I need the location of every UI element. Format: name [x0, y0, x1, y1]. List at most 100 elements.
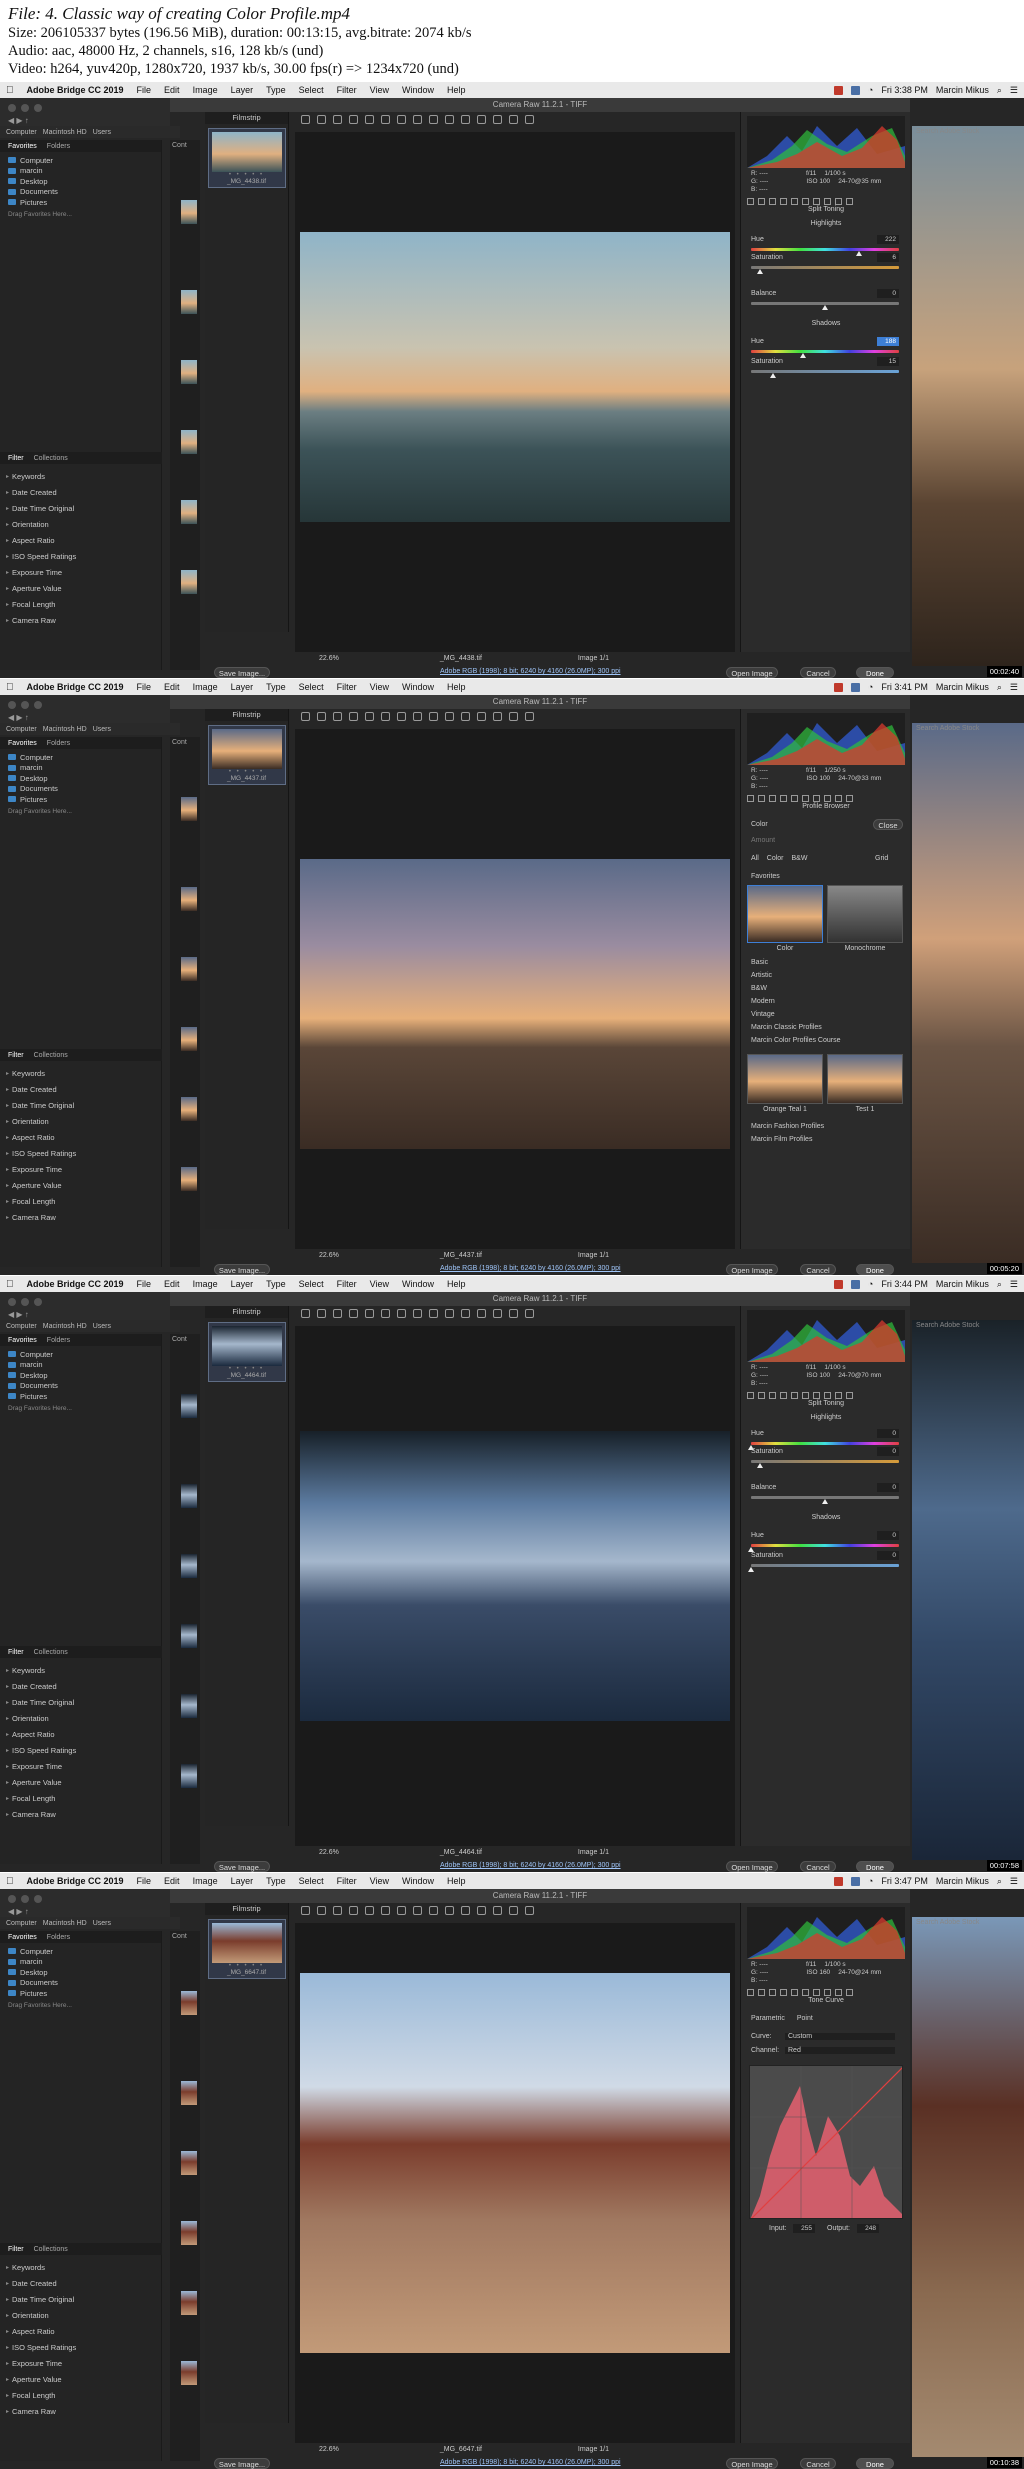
- rotate-left-tool-icon[interactable]: [509, 1305, 518, 1323]
- menu-item[interactable]: Type: [266, 682, 286, 692]
- hl-hue-slider[interactable]: [751, 248, 899, 251]
- filter-item[interactable]: ▸ Focal Length: [6, 1790, 156, 1806]
- zoom-level[interactable]: 22.6%: [319, 1252, 339, 1259]
- disclosure-icon[interactable]: ▸: [6, 2296, 9, 2303]
- content-thumbnail[interactable]: [181, 200, 197, 224]
- rotate-right-tool-icon[interactable]: [525, 1305, 534, 1323]
- menu-item[interactable]: Edit: [164, 682, 180, 692]
- calibration-tab-icon[interactable]: [824, 192, 831, 205]
- crop-tool-icon[interactable]: [381, 1305, 390, 1323]
- filter-item[interactable]: ▸ Date Time Original: [6, 500, 156, 516]
- filter-item[interactable]: ▸ Date Created: [6, 484, 156, 500]
- filter-item[interactable]: ▸ Aperture Value: [6, 1774, 156, 1790]
- search-icon[interactable]: ⌕: [997, 1876, 1002, 1887]
- user-name[interactable]: Marcin Mikus: [936, 1279, 989, 1289]
- profile-group[interactable]: Marcin Classic Profiles: [751, 1024, 822, 1031]
- cancel-button[interactable]: Cancel: [800, 667, 836, 678]
- effects-tab-icon[interactable]: [813, 1983, 820, 1996]
- profile-group[interactable]: Marcin Fashion Profiles: [751, 1123, 824, 1130]
- content-thumbnail[interactable]: [181, 2081, 197, 2105]
- profile-group[interactable]: Modern: [751, 998, 775, 1005]
- disclosure-icon[interactable]: ▸: [6, 1150, 9, 1157]
- favorite-item[interactable]: Pictures: [8, 794, 153, 805]
- cancel-button[interactable]: Cancel: [800, 1861, 836, 1872]
- apple-icon[interactable]: : [6, 682, 14, 693]
- sh-hue-slider[interactable]: [751, 350, 899, 353]
- workflow-options-link[interactable]: Adobe RGB (1998); 8 bit; 6240 by 4160 (2…: [440, 1862, 621, 1869]
- menu-item[interactable]: File: [137, 85, 152, 95]
- hand-tool-icon[interactable]: [317, 1902, 326, 1920]
- basic-tab-icon[interactable]: [747, 1386, 754, 1399]
- hl-saturation-value[interactable]: 6: [877, 253, 899, 262]
- menu-item[interactable]: Type: [266, 1279, 286, 1289]
- nav-arrows-icon[interactable]: ◀ ▶ ↑: [8, 1310, 29, 1319]
- menu-item[interactable]: Help: [447, 1279, 466, 1289]
- color-sampler-tool-icon[interactable]: [349, 1305, 358, 1323]
- close-dot-icon[interactable]: [8, 701, 16, 709]
- menu-item[interactable]: View: [370, 1279, 389, 1289]
- content-thumbnail[interactable]: [181, 2291, 197, 2315]
- filter-item[interactable]: ▸ Camera Raw: [6, 1209, 156, 1225]
- filter-item[interactable]: ▸ Date Time Original: [6, 2291, 156, 2307]
- hand-tool-icon[interactable]: [317, 1305, 326, 1323]
- profile-group[interactable]: Artistic: [751, 972, 772, 979]
- hl-saturation-slider[interactable]: [751, 1460, 899, 1463]
- preferences-tool-icon[interactable]: [493, 1305, 502, 1323]
- breadcrumb-item[interactable]: Computer: [6, 1323, 37, 1330]
- done-button[interactable]: Done: [856, 667, 894, 678]
- menu-list-icon[interactable]: ☰: [1010, 85, 1018, 96]
- sh-saturation-slider[interactable]: [751, 1564, 899, 1567]
- filter-item[interactable]: ▸ Camera Raw: [6, 2403, 156, 2419]
- menu-item[interactable]: File: [137, 1279, 152, 1289]
- disclosure-icon[interactable]: ▸: [6, 1118, 9, 1125]
- menu-item[interactable]: Filter: [337, 1279, 357, 1289]
- profile-group[interactable]: Marcin Color Profiles Course: [751, 1037, 840, 1044]
- disclosure-icon[interactable]: ▸: [6, 1747, 9, 1754]
- menu-item[interactable]: Select: [299, 1876, 324, 1886]
- color-sampler-tool-icon[interactable]: [349, 111, 358, 129]
- tone-curve-graph[interactable]: [749, 2065, 903, 2219]
- favorite-item[interactable]: Computer: [8, 1349, 153, 1360]
- filter-option-radio[interactable]: All: [751, 855, 759, 862]
- tab-collections[interactable]: Collections: [34, 1649, 68, 1656]
- brush-tool-icon[interactable]: [445, 1305, 454, 1323]
- filter-item[interactable]: ▸ ISO Speed Ratings: [6, 1145, 156, 1161]
- menu-item[interactable]: View: [370, 85, 389, 95]
- menu-item[interactable]: Help: [447, 85, 466, 95]
- sh-saturation-slider-handle[interactable]: [770, 373, 777, 378]
- snapshots-tab-icon[interactable]: [846, 789, 853, 802]
- sh-saturation-value[interactable]: 0: [877, 1551, 899, 1560]
- filmstrip-thumbnail[interactable]: • • • • • _MG_4464.tif: [207, 1322, 286, 1382]
- favorite-item[interactable]: Computer: [8, 752, 153, 763]
- profile-card[interactable]: [827, 1054, 903, 1104]
- favorite-item[interactable]: Computer: [8, 1946, 153, 1957]
- menu-item[interactable]: Select: [299, 682, 324, 692]
- spot-removal-tool-icon[interactable]: [413, 1902, 422, 1920]
- target-tool-icon[interactable]: [365, 111, 374, 129]
- white-balance-tool-icon[interactable]: [333, 708, 342, 726]
- content-thumbnail[interactable]: [181, 290, 197, 314]
- breadcrumb-item[interactable]: Computer: [6, 1920, 37, 1927]
- split-toning-tab-icon[interactable]: [791, 1983, 798, 1996]
- crop-tool-icon[interactable]: [381, 111, 390, 129]
- menu-item[interactable]: File: [137, 1876, 152, 1886]
- spot-removal-tool-icon[interactable]: [413, 111, 422, 129]
- done-button[interactable]: Done: [856, 2458, 894, 2469]
- hl-saturation-value[interactable]: 0: [877, 1447, 899, 1456]
- menu-item[interactable]: Window: [402, 85, 434, 95]
- favorite-item[interactable]: marcin: [8, 166, 153, 177]
- spot-removal-tool-icon[interactable]: [413, 1305, 422, 1323]
- hand-tool-icon[interactable]: [317, 111, 326, 129]
- disclosure-icon[interactable]: ▸: [6, 2312, 9, 2319]
- lens-tab-icon[interactable]: [802, 1983, 809, 1996]
- tab-favorites[interactable]: Favorites: [8, 143, 37, 150]
- disclosure-icon[interactable]: ▸: [6, 1779, 9, 1786]
- disclosure-icon[interactable]: ▸: [6, 2280, 9, 2287]
- content-thumbnail[interactable]: [181, 2221, 197, 2245]
- app-name[interactable]: Adobe Bridge CC 2019: [27, 1279, 124, 1289]
- tab-folders[interactable]: Folders: [47, 1934, 70, 1941]
- workflow-options-link[interactable]: Adobe RGB (1998); 8 bit; 6240 by 4160 (2…: [440, 1265, 621, 1272]
- breadcrumb-item[interactable]: Users: [93, 726, 111, 733]
- menu-item[interactable]: Help: [447, 1876, 466, 1886]
- content-thumbnail[interactable]: [181, 1554, 197, 1578]
